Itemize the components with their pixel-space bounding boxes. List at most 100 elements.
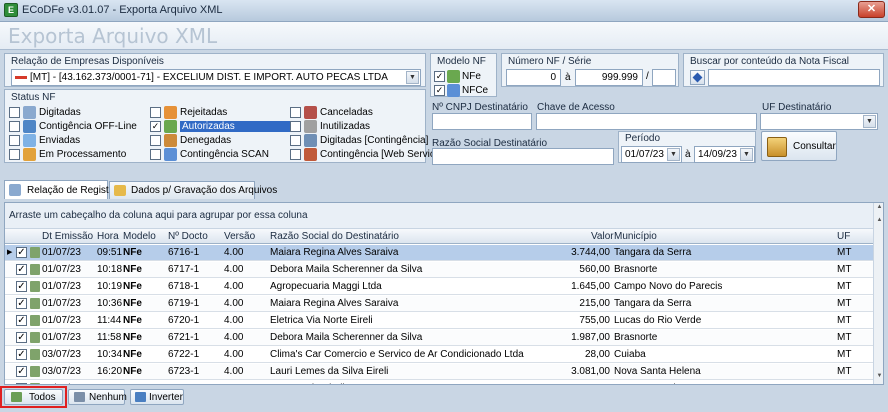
status-checkbox[interactable]: ✓ — [150, 121, 161, 132]
col-modelo[interactable]: Modelo — [123, 231, 156, 242]
numero-to-input[interactable]: 999.999 — [575, 69, 643, 86]
col-dt[interactable]: Dt Emissão — [42, 231, 93, 242]
status-label-item[interactable]: Contigência OFF-Line — [39, 121, 137, 132]
chevron-down-icon[interactable]: ▼ — [863, 115, 876, 128]
col-versao[interactable]: Versão — [224, 231, 255, 242]
table-row[interactable]: ✓ 03/07/23 16:26NFe 6724-1 4.00 J T Martelo E… — [5, 381, 873, 384]
chave-label: Chave de Acesso — [537, 102, 615, 113]
table-row[interactable]: ▶ ✓ 01/07/23 09:51 NFe 6716-1 4.00 Maiara Regin… — [5, 245, 873, 261]
scroll-up-icon[interactable]: ▲ — [875, 204, 883, 213]
table-row[interactable]: ✓ 01/07/23 10:19 NFe 6718-1 4.00 Agropecuaria … — [5, 279, 873, 295]
status-icon — [164, 120, 177, 133]
cell-razao: Agropecuaria Maggi Ltda — [270, 281, 382, 292]
col-valor[interactable]: Valor — [591, 231, 614, 242]
status-checkbox[interactable] — [290, 149, 301, 160]
row-checkbox[interactable]: ✓ — [16, 332, 27, 343]
cell-modelo: NFe — [123, 315, 142, 326]
inverter-button[interactable]: Inverter — [130, 389, 184, 405]
status-checkbox[interactable] — [9, 107, 20, 118]
status-checkbox[interactable] — [290, 135, 301, 146]
status-label-item[interactable]: Contingência SCAN — [180, 149, 269, 160]
status-label-item[interactable]: Digitadas — [39, 107, 81, 118]
table-row[interactable]: ✓ 03/07/23 16:20 NFe 6723-1 4.00 Lauri Lemes d… — [5, 364, 873, 380]
status-label-item[interactable]: Rejeitadas — [180, 107, 227, 118]
nfce-checkbox[interactable]: ✓ — [434, 85, 445, 96]
numero-from-input[interactable]: 0 — [506, 69, 561, 86]
chevron-down-icon[interactable]: ▼ — [667, 148, 680, 161]
row-checkbox[interactable]: ✓ — [16, 366, 27, 377]
status-label-item[interactable]: Em Processamento — [39, 149, 126, 160]
col-docto[interactable]: Nº Docto — [168, 231, 208, 242]
cell-modelo: NFe — [123, 247, 142, 258]
table-row[interactable]: ✓ 01/07/23 10:36 NFe 6719-1 4.00 Maiara Regina… — [5, 296, 873, 312]
periodo-panel: Período 01/07/23 ▼ à 14/09/23 ▼ — [618, 131, 756, 163]
date-to-value: 14/09/23 — [698, 149, 737, 160]
status-checkbox[interactable] — [9, 121, 20, 132]
status-checkbox[interactable] — [9, 135, 20, 146]
cell-razao: Debora Maila Scherenner da Silva — [270, 332, 423, 343]
row-checkbox[interactable]: ✓ — [16, 315, 27, 326]
status-checkbox[interactable] — [150, 135, 161, 146]
status-label: Status NF — [11, 92, 56, 103]
scroll-down-icon[interactable]: ▼ — [875, 373, 883, 382]
empresas-panel: Relação de Empresas Disponíveis [MT] - [… — [4, 53, 426, 87]
cell-dt: 01/07/23 — [42, 298, 81, 309]
date-from-input[interactable]: 01/07/23 ▼ — [621, 146, 682, 163]
table-row[interactable]: ✓ 03/07/23 10:34 NFe 6722-1 4.00 Clima's Car C… — [5, 347, 873, 363]
status-checkbox[interactable] — [150, 107, 161, 118]
status-label-item[interactable]: Denegadas — [180, 135, 231, 146]
status-label-item[interactable]: Canceladas — [320, 107, 373, 118]
numero-sep: à — [565, 72, 571, 83]
row-checkbox[interactable]: ✓ — [16, 281, 27, 292]
cnpj-input[interactable] — [432, 113, 532, 130]
empresas-select[interactable]: [MT] - [43.162.373/0001-71] - EXCELIUM D… — [11, 69, 421, 86]
page-header: Exporta Arquivo XML — [0, 22, 888, 50]
search-options-button[interactable] — [690, 70, 705, 85]
cell-dt: 01/07/23 — [42, 281, 81, 292]
status-checkbox[interactable] — [150, 149, 161, 160]
status-label-item[interactable]: Digitadas [Contingência] — [320, 135, 428, 146]
status-icon — [23, 106, 36, 119]
status-label-item[interactable]: Enviadas — [39, 135, 80, 146]
nfe-checkbox[interactable]: ✓ — [434, 71, 445, 82]
todos-button[interactable]: Todos — [4, 389, 63, 405]
chave-input[interactable] — [536, 113, 757, 130]
consultar-button[interactable]: Consultar — [761, 131, 837, 161]
chevron-down-icon[interactable]: ▼ — [406, 71, 419, 84]
status-checkbox[interactable] — [9, 149, 20, 160]
col-municipio[interactable]: Município — [614, 231, 657, 242]
table-row[interactable]: ✓ 01/07/23 10:18 NFe 6717-1 4.00 Debora Maila … — [5, 262, 873, 278]
tab-relacao[interactable]: Relação de Registros — [4, 180, 123, 199]
scroll-up-icon-2[interactable]: ▲ — [875, 217, 883, 226]
col-razao[interactable]: Razão Social do Destinatário — [270, 231, 399, 242]
status-label-item[interactable]: Inutilizadas — [320, 121, 370, 132]
status-label-item[interactable]: Contingência [Web Service] — [320, 149, 443, 160]
table-row[interactable]: ✓ 01/07/23 11:44 NFe 6720-1 4.00 Eletrica Via … — [5, 313, 873, 329]
cell-uf: MT — [837, 298, 852, 309]
row-checkbox[interactable]: ✓ — [16, 298, 27, 309]
row-checkbox[interactable]: ✓ — [16, 383, 27, 384]
razao-input[interactable] — [432, 148, 614, 165]
row-checkbox[interactable]: ✓ — [16, 264, 27, 275]
cell-modelo: NFe — [123, 281, 142, 292]
status-checkbox[interactable] — [290, 107, 301, 118]
tab-dados[interactable]: Dados p/ Gravação dos Arquivos — [109, 181, 277, 199]
serie-input[interactable] — [652, 69, 676, 86]
cell-docto: 6717-1 — [168, 264, 200, 275]
status-checkbox[interactable] — [290, 121, 301, 132]
uf-select[interactable]: ▼ — [760, 113, 878, 130]
row-checkbox[interactable]: ✓ — [16, 247, 27, 258]
buscar-input[interactable] — [708, 69, 880, 86]
vertical-scrollbar[interactable]: ▲ ▲ ▼ — [873, 203, 883, 384]
row-checkbox[interactable]: ✓ — [16, 349, 27, 360]
chevron-down-icon[interactable]: ▼ — [740, 148, 753, 161]
col-hora[interactable]: Hora — [97, 231, 119, 242]
document-icon — [30, 349, 40, 360]
nenhum-button[interactable]: Nenhum — [68, 389, 127, 405]
status-label-item[interactable]: Autorizadas — [180, 121, 292, 132]
table-row[interactable]: ✓ 01/07/23 11:58 NFe 6721-1 4.00 Debora Maila … — [5, 330, 873, 346]
col-uf[interactable]: UF — [837, 231, 850, 242]
close-button[interactable]: ✕ — [858, 1, 885, 18]
date-to-input[interactable]: 14/09/23 ▼ — [694, 146, 755, 163]
cell-versao: 4.00 — [224, 383, 243, 384]
